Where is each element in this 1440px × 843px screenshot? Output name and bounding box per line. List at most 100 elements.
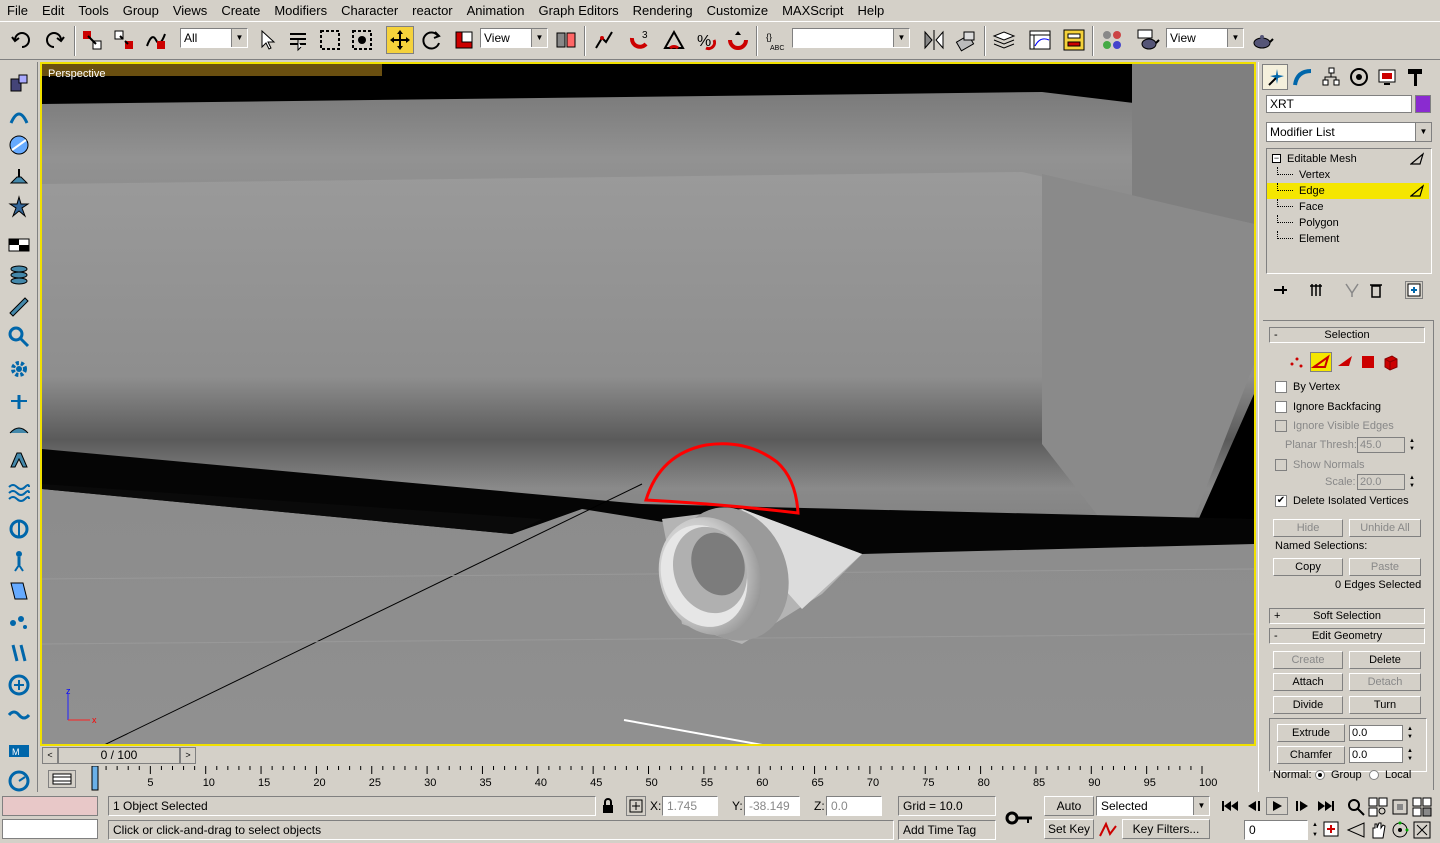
goto-end-button[interactable] [1314, 797, 1338, 815]
select-object-button[interactable] [254, 26, 282, 54]
mirror-button[interactable] [920, 26, 948, 54]
tab-deformers[interactable] [5, 448, 33, 474]
layer-manager-button[interactable] [990, 26, 1018, 54]
frame-spinner[interactable]: ▲ ▼ [1310, 820, 1320, 840]
schematic-view-button[interactable] [1060, 26, 1088, 54]
previous-key-button[interactable] [1242, 797, 1266, 815]
menu-item-graph-editors[interactable]: Graph Editors [531, 0, 625, 22]
select-and-rotate-button[interactable] [418, 26, 446, 54]
tab-modifiers[interactable] [5, 478, 33, 504]
paste-button[interactable]: Paste [1349, 558, 1421, 576]
attach-button[interactable]: Attach [1273, 673, 1343, 691]
stack-item-edge[interactable]: Edge [1267, 183, 1429, 199]
bind-space-warp-button[interactable] [142, 26, 170, 54]
tab-particles[interactable] [5, 194, 33, 220]
material-editor-button[interactable] [1098, 26, 1126, 54]
lock-selection-button[interactable] [600, 798, 616, 814]
next-key-button[interactable] [1290, 797, 1314, 815]
delete-button[interactable]: Delete [1349, 651, 1421, 669]
delete-isolated-checkbox[interactable]: ✔ [1275, 495, 1287, 507]
menu-item-reactor[interactable]: reactor [405, 0, 459, 22]
object-name-field[interactable]: XRT [1266, 95, 1412, 113]
maxscript-listener-white[interactable] [2, 819, 98, 839]
tab-nurbs[interactable] [5, 294, 33, 320]
z-coord-field[interactable]: 0.0 [826, 796, 882, 816]
key-mode-dropdown[interactable]: Selected ▼ [1096, 796, 1210, 816]
tab-utilities-panel[interactable] [1402, 64, 1428, 90]
configure-modifier-sets-button[interactable] [1405, 281, 1423, 299]
maxscript-listener-pink[interactable] [2, 796, 98, 816]
tab-objects[interactable] [5, 70, 33, 96]
turn-button[interactable]: Turn [1349, 696, 1421, 714]
polygon-level-button[interactable] [1358, 352, 1378, 372]
redo-button[interactable] [40, 26, 68, 54]
edit-named-selections-button[interactable]: {} ABC [762, 26, 790, 54]
y-coord-field[interactable]: -38.149 [744, 796, 800, 816]
tab-compounds[interactable] [5, 132, 33, 158]
perspective-viewport[interactable]: z x Perspective [40, 62, 1256, 746]
zoom-extents-all-button[interactable] [1412, 797, 1432, 817]
ignore-backfacing-checkbox[interactable] [1275, 401, 1287, 413]
window-crossing-button[interactable] [348, 26, 376, 54]
tab-hierarchy[interactable] [1318, 64, 1344, 90]
zoom-extents-button[interactable] [1390, 797, 1410, 817]
face-level-button[interactable] [1335, 352, 1355, 372]
stack-item-polygon[interactable]: Polygon [1267, 215, 1429, 231]
tab-dynamics[interactable] [5, 768, 33, 794]
extrude-spinner[interactable]: ▲ ▼ [1405, 725, 1415, 741]
current-frame-marker[interactable] [91, 766, 99, 791]
tab-systems[interactable] [5, 356, 33, 382]
edge-level-button[interactable] [1310, 352, 1332, 372]
snaps-toggle-button[interactable]: 3 [626, 26, 654, 54]
zoom-all-button[interactable] [1368, 797, 1388, 817]
detach-button[interactable]: Detach [1349, 673, 1421, 691]
x-coord-field[interactable]: 1.745 [662, 796, 718, 816]
align-button[interactable] [952, 26, 980, 54]
menu-item-create[interactable]: Create [214, 0, 267, 22]
menu-item-modifiers[interactable]: Modifiers [267, 0, 334, 22]
scale-spinner[interactable]: ▲ ▼ [1407, 474, 1417, 490]
chamfer-spinner[interactable]: ▲ ▼ [1405, 747, 1415, 763]
selection-rollout-header[interactable]: - Selection [1269, 327, 1425, 343]
menu-item-file[interactable]: File [0, 0, 35, 22]
render-type-dropdown[interactable]: View ▼ [1166, 28, 1244, 48]
arc-rotate-button[interactable] [1390, 820, 1410, 840]
menu-item-animation[interactable]: Animation [460, 0, 532, 22]
maximize-viewport-button[interactable] [1412, 820, 1432, 840]
edit-geometry-rollout-header[interactable]: - Edit Geometry [1269, 628, 1425, 644]
tab-bones[interactable] [5, 516, 33, 542]
play-button[interactable] [1266, 797, 1288, 815]
goto-start-button[interactable] [1218, 797, 1242, 815]
hide-button[interactable]: Hide [1273, 519, 1343, 537]
angle-snap-toggle-button[interactable] [660, 26, 688, 54]
absolute-mode-toggle[interactable] [626, 796, 646, 816]
menu-item-rendering[interactable]: Rendering [626, 0, 700, 22]
tab-motion-panel[interactable] [1346, 64, 1372, 90]
current-frame-field[interactable]: 0 [1244, 820, 1308, 840]
time-config-button[interactable] [1322, 820, 1340, 838]
region-select-button[interactable] [316, 26, 344, 54]
quick-render-button[interactable] [1248, 26, 1276, 54]
make-unique-button[interactable] [1343, 281, 1361, 299]
local-radio[interactable] [1369, 770, 1379, 780]
tab-cloth[interactable] [5, 578, 33, 604]
pivot-center-button[interactable] [552, 26, 580, 54]
extrude-amount-field[interactable]: 0.0 [1349, 725, 1403, 741]
tab-hair[interactable] [5, 608, 33, 634]
curve-editor-button[interactable] [1026, 26, 1054, 54]
key-filters-button[interactable]: Key Filters... [1122, 819, 1210, 839]
vertex-level-button[interactable] [1287, 352, 1307, 372]
menu-item-group[interactable]: Group [116, 0, 166, 22]
create-button[interactable]: Create [1273, 651, 1343, 669]
tab-display[interactable] [1374, 64, 1400, 90]
scale-field[interactable]: 20.0 [1357, 474, 1405, 490]
track-bar[interactable]: 0510152025303540455055606570758085909510… [40, 766, 1256, 792]
set-key-big-button[interactable] [1000, 798, 1040, 838]
tab-shapes[interactable] [5, 102, 33, 128]
tab-helpers[interactable] [5, 324, 33, 350]
menu-item-maxscript[interactable]: MAXScript [775, 0, 850, 22]
copy-button[interactable]: Copy [1273, 558, 1343, 576]
remove-modifier-button[interactable] [1367, 281, 1385, 299]
object-color-swatch[interactable] [1415, 95, 1431, 113]
tab-maxscript[interactable]: M [5, 738, 33, 764]
